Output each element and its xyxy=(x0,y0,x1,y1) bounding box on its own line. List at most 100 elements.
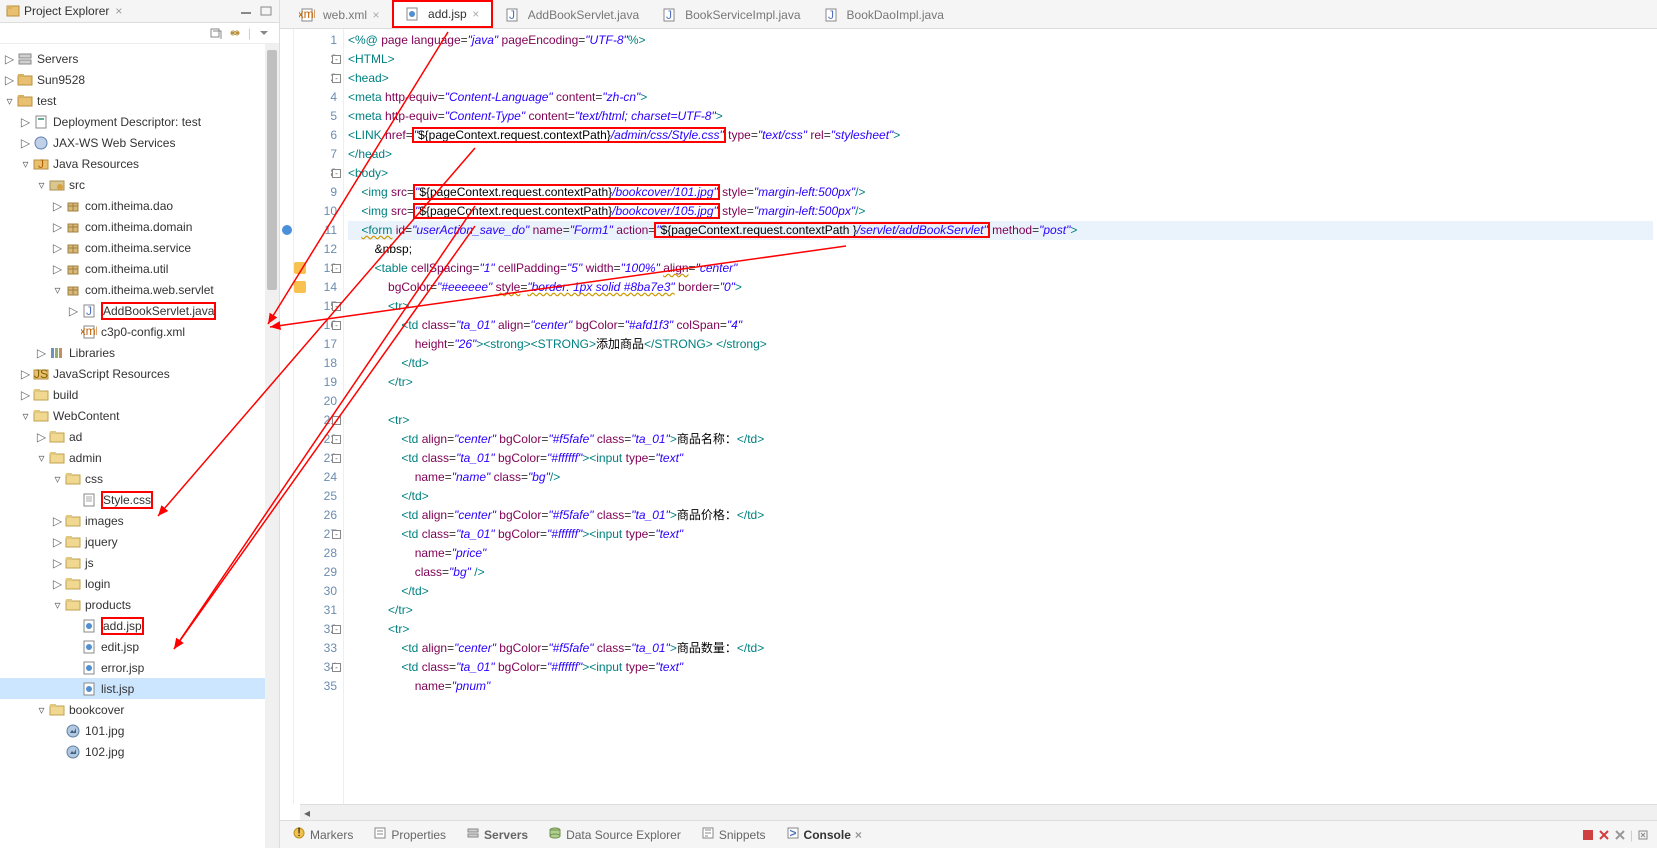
view-menu-icon[interactable] xyxy=(257,26,271,40)
line-number[interactable]: 20 xyxy=(296,392,337,411)
remove-launch-icon[interactable] xyxy=(1598,829,1610,841)
line-number[interactable]: 25 xyxy=(296,487,337,506)
code-line[interactable]: </head> xyxy=(348,145,1653,164)
code-area[interactable]: <%@ page language="java" pageEncoding="U… xyxy=(344,29,1657,804)
tree-node[interactable]: xmlc3p0-config.xml xyxy=(0,321,279,342)
line-number[interactable]: 5 xyxy=(296,107,337,126)
line-number[interactable]: 28 xyxy=(296,544,337,563)
line-number[interactable]: 12 xyxy=(296,240,337,259)
tree-node[interactable]: ▿WebContent xyxy=(0,405,279,426)
code-line[interactable]: <td align="center" bgColor="#f5fafe" cla… xyxy=(348,506,1653,525)
line-number[interactable]: 16- xyxy=(296,316,337,335)
fold-toggle-icon[interactable]: - xyxy=(332,435,341,444)
code-line[interactable]: <%@ page language="java" pageEncoding="U… xyxy=(348,31,1653,50)
line-number[interactable]: 29 xyxy=(296,563,337,582)
line-number[interactable]: 34- xyxy=(296,658,337,677)
tree-node[interactable]: ▷Libraries xyxy=(0,342,279,363)
tree-node[interactable]: ▷Sun9528 xyxy=(0,69,279,90)
code-line[interactable]: <head> xyxy=(348,69,1653,88)
tree-node[interactable]: ▿admin xyxy=(0,447,279,468)
code-line[interactable]: height="26"><strong><STRONG>添加商品</STRONG… xyxy=(348,335,1653,354)
expand-toggle-icon[interactable]: ▷ xyxy=(52,200,63,211)
code-line[interactable]: <body> xyxy=(348,164,1653,183)
line-number[interactable]: 3- xyxy=(296,69,337,88)
line-gutter[interactable]: 12-3-45678-910111213-1415-16-1718192021-… xyxy=(294,29,344,804)
tree-node[interactable]: error.jsp xyxy=(0,657,279,678)
expand-toggle-icon[interactable]: ▿ xyxy=(52,284,63,295)
line-number[interactable]: 2- xyxy=(296,50,337,69)
bottom-view-tab[interactable]: >Console× xyxy=(782,824,866,845)
editor-tab[interactable]: xmlweb.xml× xyxy=(288,0,392,28)
expand-toggle-icon[interactable]: ▷ xyxy=(4,53,15,64)
code-line[interactable]: <LINK href="${pageContext.request.contex… xyxy=(348,126,1653,145)
expand-toggle-icon[interactable] xyxy=(68,662,79,673)
minimize-icon[interactable] xyxy=(239,6,253,16)
expand-toggle-icon[interactable]: ▷ xyxy=(20,368,31,379)
tree-node[interactable]: ▷com.itheima.dao xyxy=(0,195,279,216)
expand-toggle-icon[interactable]: ▿ xyxy=(20,158,31,169)
expand-toggle-icon[interactable]: ▿ xyxy=(36,179,47,190)
fold-toggle-icon[interactable]: - xyxy=(332,321,341,330)
tree-node[interactable]: ▷com.itheima.domain xyxy=(0,216,279,237)
code-line[interactable]: <td class="ta_01" bgColor="#ffffff"><inp… xyxy=(348,449,1653,468)
code-line[interactable]: <td align="center" bgColor="#f5fafe" cla… xyxy=(348,639,1653,658)
scroll-left-icon[interactable]: ◂ xyxy=(300,806,314,820)
project-tree[interactable]: ▷Servers▷Sun9528▿test▷Deployment Descrip… xyxy=(0,44,279,848)
bottom-view-tab[interactable]: !Markers xyxy=(288,824,357,845)
expand-toggle-icon[interactable]: ▷ xyxy=(20,389,31,400)
tree-node[interactable]: ▿bookcover xyxy=(0,699,279,720)
tree-node[interactable]: ▷JAX-WS Web Services xyxy=(0,132,279,153)
code-line[interactable]: </tr> xyxy=(348,601,1653,620)
tree-node[interactable]: list.jsp xyxy=(0,678,279,699)
code-line[interactable]: <td class="ta_01" align="center" bgColor… xyxy=(348,316,1653,335)
line-number[interactable]: 33 xyxy=(296,639,337,658)
expand-toggle-icon[interactable] xyxy=(52,746,63,757)
code-line[interactable]: <meta http-equiv="Content-Type" content=… xyxy=(348,107,1653,126)
line-number[interactable]: 22- xyxy=(296,430,337,449)
expand-toggle-icon[interactable] xyxy=(68,620,79,631)
code-line[interactable]: name="pnum" xyxy=(348,677,1653,696)
bottom-view-tab[interactable]: Properties xyxy=(369,824,450,845)
line-number[interactable]: 24 xyxy=(296,468,337,487)
tree-node[interactable]: edit.jsp xyxy=(0,636,279,657)
line-number[interactable]: 17 xyxy=(296,335,337,354)
code-line[interactable]: <td class="ta_01" bgColor="#ffffff"><inp… xyxy=(348,658,1653,677)
expand-toggle-icon[interactable]: ▷ xyxy=(52,557,63,568)
code-line[interactable] xyxy=(348,392,1653,411)
tree-node[interactable]: ▷ad xyxy=(0,426,279,447)
line-number[interactable]: 7 xyxy=(296,145,337,164)
line-number[interactable]: 26 xyxy=(296,506,337,525)
code-line[interactable]: name="price" xyxy=(348,544,1653,563)
code-line[interactable]: <table cellSpacing="1" cellPadding="5" w… xyxy=(348,259,1653,278)
scrollbar-thumb[interactable] xyxy=(267,50,277,290)
clear-console-icon[interactable] xyxy=(1637,829,1649,841)
code-line[interactable]: <tr> xyxy=(348,297,1653,316)
line-number[interactable]: 11 xyxy=(296,221,337,240)
line-number[interactable]: 32- xyxy=(296,620,337,639)
code-line[interactable]: </td> xyxy=(348,487,1653,506)
expand-toggle-icon[interactable]: ▷ xyxy=(52,242,63,253)
close-tab-icon[interactable]: × xyxy=(371,10,381,20)
fold-toggle-icon[interactable]: - xyxy=(332,454,341,463)
code-line[interactable]: <tr> xyxy=(348,411,1653,430)
expand-toggle-icon[interactable]: ▷ xyxy=(20,116,31,127)
line-number[interactable]: 30 xyxy=(296,582,337,601)
code-line[interactable]: <img src="${pageContext.request.contextP… xyxy=(348,183,1653,202)
code-line[interactable]: <td class="ta_01" bgColor="#ffffff"><inp… xyxy=(348,525,1653,544)
expand-toggle-icon[interactable]: ▷ xyxy=(52,221,63,232)
fold-toggle-icon[interactable]: - xyxy=(332,55,341,64)
code-line[interactable]: <meta http-equiv="Content-Language" cont… xyxy=(348,88,1653,107)
tree-node[interactable]: ▷build xyxy=(0,384,279,405)
fold-toggle-icon[interactable]: - xyxy=(332,264,341,273)
expand-toggle-icon[interactable]: ▷ xyxy=(4,74,15,85)
expand-toggle-icon[interactable]: ▷ xyxy=(20,137,31,148)
code-line[interactable]: bgColor="#eeeeee" style="border: 1px sol… xyxy=(348,278,1653,297)
vertical-scrollbar[interactable] xyxy=(265,44,279,848)
remove-all-icon[interactable] xyxy=(1614,829,1626,841)
tree-node[interactable]: ▷JAddBookServlet.java xyxy=(0,300,279,321)
view-close-icon[interactable]: × xyxy=(855,828,862,842)
tree-node[interactable]: ▷images xyxy=(0,510,279,531)
bottom-view-tab[interactable]: Snippets xyxy=(697,824,770,845)
code-line[interactable]: <form id="userAction_save_do" name="Form… xyxy=(348,221,1653,240)
expand-toggle-icon[interactable]: ▷ xyxy=(36,431,47,442)
